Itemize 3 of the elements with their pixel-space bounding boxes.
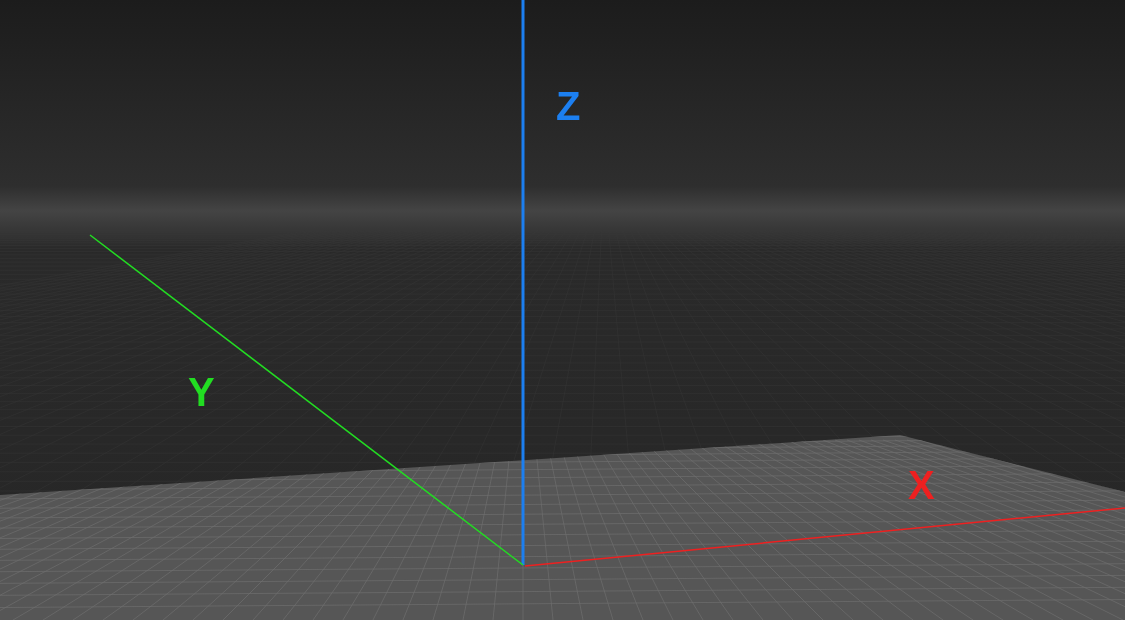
axis-label: Z — [556, 86, 581, 126]
axis-label: Y — [188, 372, 215, 412]
axis-label: X — [908, 465, 935, 505]
